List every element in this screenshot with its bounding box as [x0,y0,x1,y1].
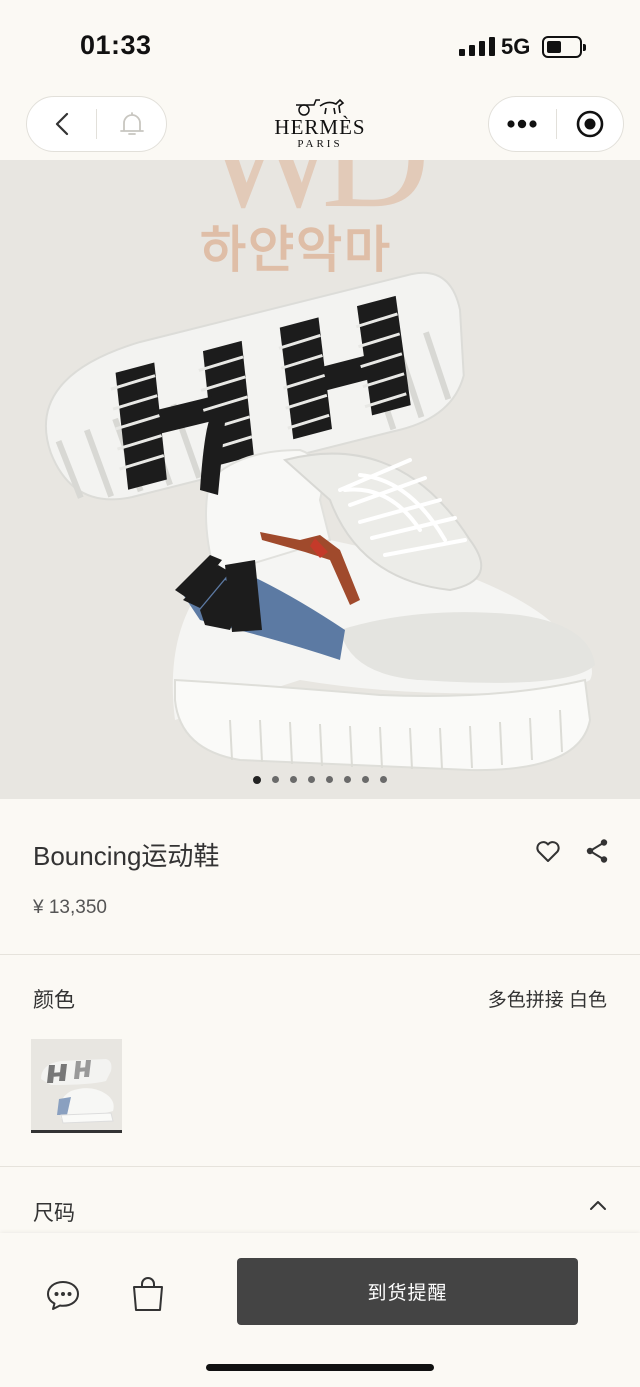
record-target-icon [576,110,604,138]
hermes-logo[interactable]: HERMÈS PARIS [240,92,400,160]
swatch-selected-indicator [31,1130,122,1133]
shopping-bag-icon[interactable] [130,1275,166,1313]
home-indicator[interactable] [206,1364,434,1371]
close-miniprogram-button[interactable] [557,97,624,151]
bottom-action-bar: 到货提醒 [0,1233,640,1387]
carousel-dot[interactable] [380,776,387,783]
notification-button[interactable] [97,97,166,151]
carousel-indicator [0,776,640,784]
carriage-logo-icon [296,98,345,116]
bell-icon [119,112,144,135]
signal-icon [459,36,495,56]
brand-city: PARIS [297,138,343,150]
nav-right-capsule [488,96,624,152]
brand-name: HERMÈS [274,115,366,139]
nav-left-capsule [26,96,167,152]
nav-bar: HERMÈS PARIS [0,92,640,160]
watermark-text: 하얀악마 [200,221,392,279]
carousel-dot[interactable] [308,776,315,783]
share-icon[interactable] [585,838,609,864]
carousel-dot[interactable] [253,776,261,784]
product-title-row: Bouncing运动鞋 [33,832,611,876]
carousel-dot[interactable] [326,776,333,783]
notify-when-available-button[interactable]: 到货提醒 [237,1258,578,1325]
carousel-dot[interactable] [344,776,351,783]
product-image-carousel[interactable]: WD 하얀악마 [0,160,640,799]
more-dots-icon [507,119,537,129]
status-time: 01:33 [80,30,152,60]
chat-bubble-icon[interactable] [45,1279,81,1311]
size-label[interactable]: 尺码 [33,1197,75,1227]
carousel-dot[interactable] [290,776,297,783]
battery-icon [542,36,586,58]
section-divider [0,1166,640,1167]
chevron-left-icon [55,112,68,136]
carousel-dot[interactable] [272,776,279,783]
product-name: Bouncing运动鞋 [33,841,220,871]
swatch-thumbnail [41,1059,114,1124]
product-price: ¥ 13,350 [33,897,107,918]
chevron-up-icon[interactable] [588,1198,608,1212]
color-label: 颜色 [33,989,75,1012]
color-swatch-multicolor-white[interactable] [31,1039,122,1130]
back-button[interactable] [27,97,96,151]
color-value: 多色拼接 白色 [487,990,607,1011]
network-type: 5G [501,34,531,59]
heart-icon[interactable] [535,840,561,864]
more-button[interactable] [489,97,556,151]
status-bar: 01:33 5G [0,0,640,92]
section-divider [0,954,640,955]
carousel-dot[interactable] [362,776,369,783]
